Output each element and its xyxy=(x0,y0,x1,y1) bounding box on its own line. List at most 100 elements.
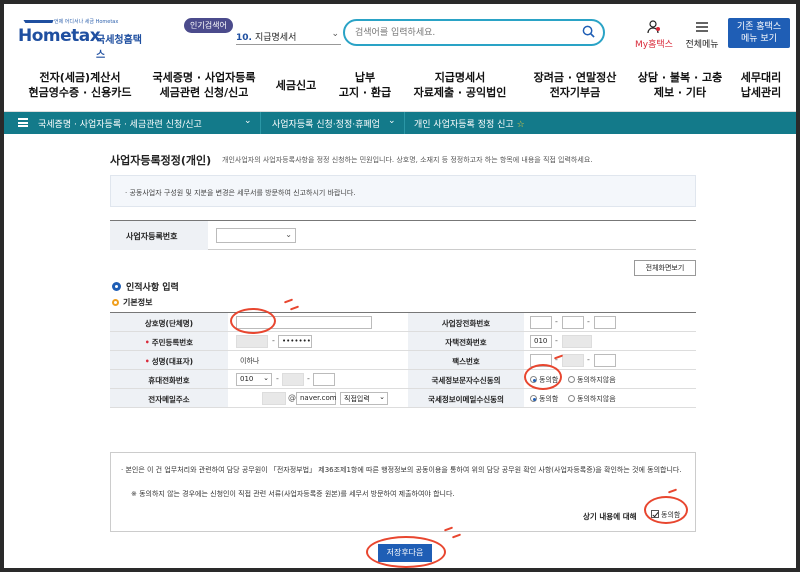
biz-phone-part1[interactable] xyxy=(530,316,552,329)
main-nav: 전자(세금)계산서 현금영수증 · 신용카드 국세증명 · 사업자등록세금관련 신… xyxy=(4,62,796,112)
star-icon[interactable]: ☆ xyxy=(517,120,525,130)
chevron-down-icon: ⌄ xyxy=(285,230,292,239)
dash: - xyxy=(307,374,310,383)
nav-item-payment[interactable]: 납부 고지 · 환급 xyxy=(330,70,400,100)
fax-part3[interactable] xyxy=(594,354,616,367)
home-phone-part2[interactable] xyxy=(562,335,592,348)
fax-label: 팩스번호 xyxy=(408,351,524,369)
mobile-part2[interactable] xyxy=(282,373,304,386)
search-icon[interactable] xyxy=(582,25,595,38)
all-menu-button[interactable]: 전체메뉴 xyxy=(682,20,722,50)
breadcrumb-divider xyxy=(260,112,261,134)
rrn-label: • 주민등록번호 xyxy=(110,332,228,350)
email-domain-input[interactable]: naver.com xyxy=(296,392,337,405)
radio-checked-icon xyxy=(530,395,537,402)
logo-tagline: 언제 어디서나 세금 Hometax xyxy=(54,19,119,25)
breadcrumb: 국세증명 · 사업자등록 · 세금관련 신청/신고 ⌄ 사업자등록 신청·정정·… xyxy=(4,112,796,134)
rrn-back-input[interactable]: ••••••• xyxy=(278,335,312,348)
rrn-label-text: 주민등록번호 xyxy=(151,338,194,347)
dash: - xyxy=(272,336,275,345)
email-agree-radio[interactable]: 동의함 xyxy=(530,394,558,404)
fax-part1[interactable] xyxy=(530,354,552,367)
consent-checkbox[interactable]: 동의함 xyxy=(651,510,680,520)
radio-checked-icon xyxy=(530,376,537,383)
email-domain-select-value: 직접입력 xyxy=(344,395,370,403)
trade-name-input[interactable] xyxy=(236,316,372,329)
rrn-front-input[interactable] xyxy=(236,335,268,348)
breadcrumb-current-label: 개인 사업자등록 정정 신고 xyxy=(414,120,514,130)
nav-label: 국세증명 · 사업자등록 xyxy=(152,71,256,84)
chevron-down-icon[interactable]: ⌄ xyxy=(388,116,396,126)
main-content: 사업자등록정정(개인) 개인사업자의 사업자등록사항을 정정 신청하는 민원입니… xyxy=(4,134,796,568)
logo-text: Hometax xyxy=(18,26,101,46)
nav-item-agent[interactable]: 세무대리납세관리 xyxy=(730,70,792,100)
nav-item-consult[interactable]: 상담 · 불복 · 고충 제보 · 기타 xyxy=(632,70,728,100)
nav-item-tax-return[interactable]: 세금신고 xyxy=(266,78,326,93)
nav-sublabel: 납세관리 xyxy=(740,86,782,99)
legacy-menu-button[interactable]: 기존 홈택스 메뉴 보기 xyxy=(728,18,790,48)
radio-label: 동의하지않음 xyxy=(577,376,616,384)
form-row: 휴대전화번호 010 ⌄ - - 국세정보문자수신동의 동의함 동의하지않음 xyxy=(110,370,696,389)
sms-agree-label: 국세정보문자수신동의 xyxy=(408,370,524,388)
chevron-down-icon: ⌄ xyxy=(331,29,339,39)
biz-phone-part3[interactable] xyxy=(594,316,616,329)
form-row: • 주민등록번호 - ••••••• 자택전화번호 010 - xyxy=(110,332,696,351)
name-label-text: 성명(대표자) xyxy=(151,357,194,366)
nav-sublabel: 현금영수증 · 신용카드 xyxy=(28,86,132,99)
biz-phone-part2[interactable] xyxy=(562,316,584,329)
myhome-button[interactable]: My홈택스 xyxy=(632,20,676,50)
subsection-bullet-icon xyxy=(112,299,119,306)
popular-search-select[interactable]: 10. 지급명세서 ⌄ xyxy=(236,27,341,45)
legacy-menu-line1: 기존 홈택스 xyxy=(736,22,782,32)
page-description: 개인사업자의 사업자등록사항을 정정 신청하는 민원입니다. 상호명, 소재지 … xyxy=(222,156,593,164)
dash: - xyxy=(555,336,558,345)
fax-part2[interactable] xyxy=(562,354,584,367)
nav-label: 납부 xyxy=(354,71,376,84)
hometax-logo[interactable]: 언제 어디서나 세금 Hometax Hometax 국세청홈택스 xyxy=(16,18,151,61)
mobile-part3[interactable] xyxy=(313,373,335,386)
checkbox-checked-icon xyxy=(651,510,659,518)
email-domain-select[interactable]: 직접입력 ⌄ xyxy=(340,392,388,405)
popular-rank: 10. xyxy=(236,33,252,43)
subsection-title-text: 기본정보 xyxy=(123,298,153,307)
mobile-prefix-select[interactable]: 010 ⌄ xyxy=(236,373,272,386)
chevron-down-icon: ⌄ xyxy=(379,393,385,401)
popular-search-badge: 인기검색어 xyxy=(184,18,233,33)
user-icon xyxy=(647,20,660,34)
radio-unchecked-icon xyxy=(568,376,575,383)
nav-label: 세무대리 xyxy=(740,71,782,84)
representative-name: 이하나 xyxy=(240,357,260,365)
sms-disagree-radio[interactable]: 동의하지않음 xyxy=(568,375,616,385)
chevron-down-icon[interactable]: ⌄ xyxy=(244,116,252,126)
nav-item-incentive[interactable]: 장려금 · 연말정산 전자기부금 xyxy=(520,70,630,100)
search-input[interactable] xyxy=(355,25,575,40)
nav-item-certificate[interactable]: 국세증명 · 사업자등록세금관련 신청/신고 xyxy=(144,70,264,100)
basic-info-form: 상호명(단체명) 사업장전화번호 - - • 주민등록번호 - ••••••• 자… xyxy=(110,312,696,408)
nav-sublabel: 세금관련 신청/신고 xyxy=(159,86,249,99)
home-phone-part1[interactable]: 010 xyxy=(530,335,552,348)
sms-agree-radio[interactable]: 동의함 xyxy=(530,375,558,385)
biz-number-label: 사업자등록번호 xyxy=(110,221,208,250)
hamburger-icon[interactable] xyxy=(18,118,28,127)
consent-label: 상기 내용에 대해 xyxy=(583,512,637,521)
email-agree-label: 국세정보이메일수신동의 xyxy=(408,389,524,407)
save-next-button[interactable]: 저장후다음 xyxy=(378,544,432,562)
radio-label: 동의함 xyxy=(539,376,559,384)
mobile-label: 휴대전화번호 xyxy=(110,370,228,388)
biz-number-select[interactable]: ⌄ xyxy=(216,228,296,243)
breadcrumb-item-certificate[interactable]: 국세증명 · 사업자등록 · 세금관련 신청/신고 xyxy=(38,117,202,130)
fullscreen-view-button[interactable]: 전체화면보기 xyxy=(634,260,696,276)
dash: - xyxy=(587,317,590,326)
radio-unchecked-icon xyxy=(568,395,575,402)
notice-text: · 공동사업자 구성원 및 지분을 변경은 세무서를 방문하여 신고하시기 바랍… xyxy=(125,189,356,197)
subsection-title: 기본정보 xyxy=(112,297,152,308)
form-row: 전자메일주소 @ naver.com 직접입력 ⌄ 국세정보이메일수신동의 동의함… xyxy=(110,389,696,408)
breadcrumb-item-registration[interactable]: 사업자등록 신청·정정·휴폐업 xyxy=(272,117,380,130)
annotation-stroke xyxy=(289,305,300,311)
nav-item-statement[interactable]: 지급명세서 자료제출 · 공익법인 xyxy=(402,70,518,100)
email-id-input[interactable] xyxy=(262,392,286,405)
nav-item-invoice[interactable]: 전자(세금)계산서 현금영수증 · 신용카드 xyxy=(22,70,138,100)
form-row: • 성명(대표자) 이하나 팩스번호 - - xyxy=(110,351,696,370)
consent-box: · 본인은 이 건 업무처리와 관련하여 담당 공무원이 「전자정부법」 제36… xyxy=(110,452,696,532)
email-disagree-radio[interactable]: 동의하지않음 xyxy=(568,394,616,404)
